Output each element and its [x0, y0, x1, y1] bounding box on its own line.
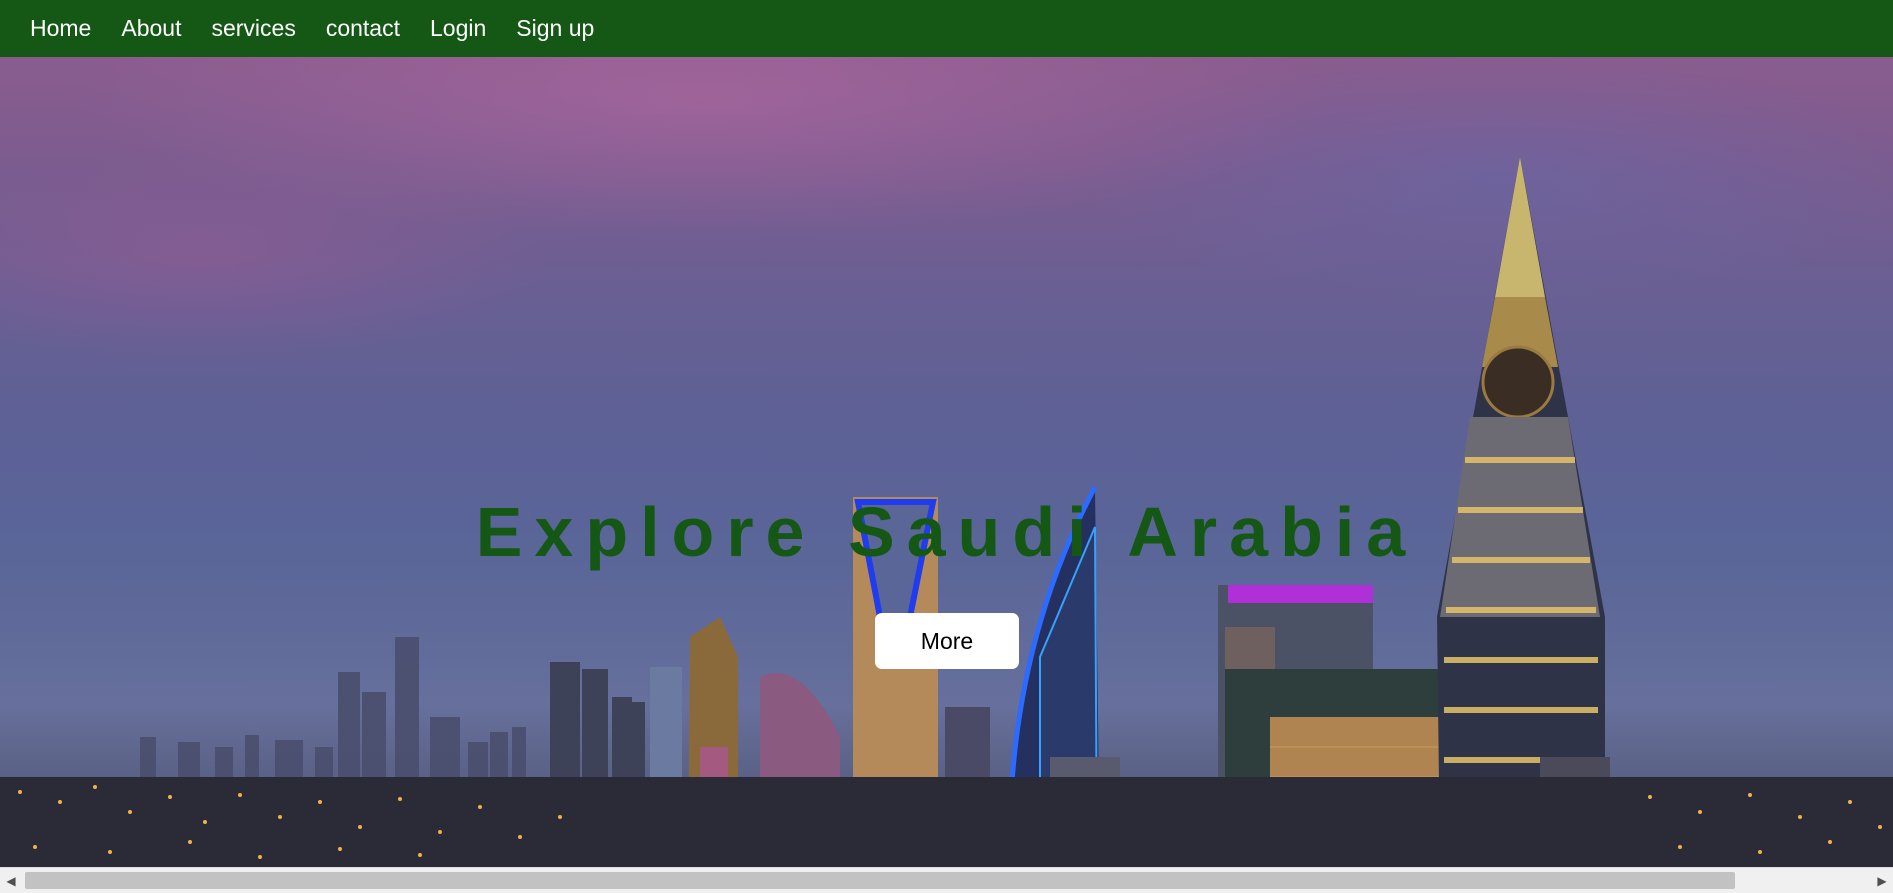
- nav-signup-link[interactable]: Sign up: [516, 0, 594, 57]
- top-navbar: Home About services contact Login Sign u…: [0, 0, 1893, 57]
- chevron-left-icon[interactable]: ◀: [0, 868, 22, 893]
- hero-banner: Explore Saudi Arabia: [0, 57, 1893, 867]
- scrollbar-thumb[interactable]: [25, 872, 1735, 889]
- nav-contact-link[interactable]: contact: [326, 0, 400, 57]
- page: Home About services contact Login Sign u…: [0, 0, 1893, 893]
- nav-about-link[interactable]: About: [121, 0, 181, 57]
- chevron-right-icon[interactable]: ▶: [1871, 868, 1893, 893]
- horizontal-scrollbar[interactable]: ◀ ▶: [0, 867, 1893, 893]
- nav-services-link[interactable]: services: [211, 0, 295, 57]
- nav-login-link[interactable]: Login: [430, 0, 486, 57]
- riyadh-skyline-image: [0, 157, 1893, 867]
- nav-home-link[interactable]: Home: [30, 0, 91, 57]
- more-button[interactable]: More: [875, 613, 1019, 669]
- hero-title: Explore Saudi Arabia: [475, 493, 1418, 571]
